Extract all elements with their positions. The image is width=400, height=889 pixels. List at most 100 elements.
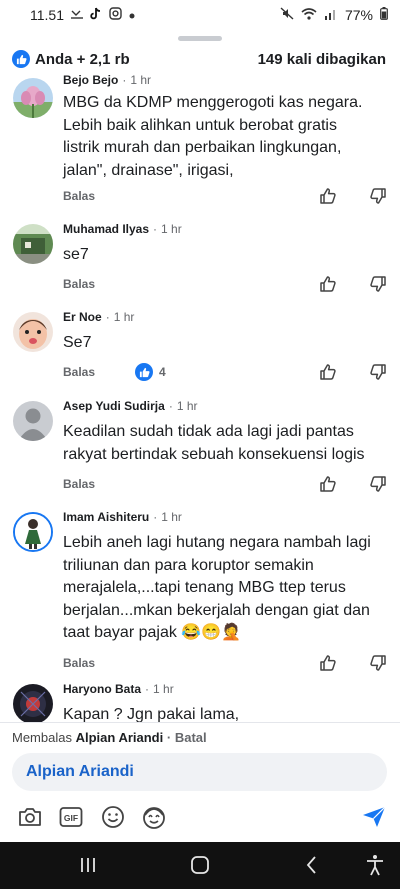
comment-actions: Balas: [63, 652, 388, 674]
comment-actions: Balas: [63, 273, 388, 295]
emoji-icon[interactable]: [99, 803, 127, 831]
thumbs-up-icon[interactable]: [318, 273, 338, 295]
status-time: 11.51: [30, 7, 64, 23]
battery-level: 77%: [344, 7, 373, 23]
comment-list[interactable]: Bejo Bejo · 1 hr MBG da KDMP menggerogot…: [0, 66, 400, 722]
shares-count[interactable]: 149 kali dibagikan: [258, 51, 386, 68]
comment-author[interactable]: Bejo Bejo: [63, 73, 118, 87]
avatar[interactable]: [13, 312, 53, 352]
svg-text:GIF: GIF: [64, 813, 78, 823]
avatar-sticker-icon[interactable]: [140, 803, 168, 831]
notification-dot-icon: [129, 8, 135, 22]
comment-time: 1 hr: [176, 399, 198, 413]
comment-text-line: Lebih baik alihkan untuk berobat gratis: [63, 116, 337, 134]
comment-time: 1 hr: [130, 73, 152, 87]
comment-time: 1 hr: [113, 310, 135, 324]
battery-icon: [380, 7, 388, 23]
comment-actions: Balas: [63, 185, 388, 207]
comment-text: Keadilan sudah tidak ada lagi jadi panta…: [63, 421, 388, 466]
recent-apps-icon[interactable]: [73, 850, 103, 880]
thumbs-up-icon[interactable]: [318, 185, 338, 207]
wifi-icon: [301, 7, 317, 23]
home-icon[interactable]: [185, 850, 215, 880]
replying-to-name: Alpian Ariandi: [75, 730, 164, 745]
sheet-header: Anda + 2,1 rb 149 kali dibagikan: [0, 44, 400, 74]
reactions-count: Anda + 2,1 rb: [35, 50, 130, 68]
comment-author-line: Imam Aishiteru · 1 hr: [63, 510, 182, 524]
comment-author-line: Muhamad Ilyas · 1 hr: [63, 222, 182, 236]
comment-text-line: MBG da KDMP menggerogoti kas negara.: [63, 94, 363, 111]
thumbs-up-icon[interactable]: [318, 652, 338, 674]
comment-time: 1 hr: [153, 682, 174, 696]
signal-icon: [324, 7, 338, 23]
accessibility-icon[interactable]: [360, 850, 390, 880]
thumbs-down-icon[interactable]: [368, 185, 388, 207]
comment-text: Lebih aneh lagi hutang negara nambah lag…: [63, 532, 388, 645]
reply-button[interactable]: Balas: [63, 365, 95, 379]
status-bar: 11.51 77%: [0, 0, 400, 30]
reply-button[interactable]: Balas: [63, 189, 95, 203]
comment-text-line: se7: [63, 246, 89, 263]
avatar[interactable]: [13, 684, 53, 722]
avatar[interactable]: [13, 401, 53, 441]
replying-to-separator: ·: [166, 730, 172, 745]
composer-toolbar: GIF: [0, 799, 400, 835]
comment-text-line: triliunan dan para koruptor semakin: [63, 556, 314, 574]
avatar[interactable]: [13, 78, 53, 118]
comment-separator: ·: [168, 399, 173, 413]
comment-separator: ·: [122, 73, 127, 87]
comment-input[interactable]: Alpian Ariandi: [12, 753, 387, 791]
reply-button[interactable]: Balas: [63, 477, 95, 491]
back-icon[interactable]: [297, 850, 327, 880]
comment-text-line: jalan", drainase", irigasi,: [63, 161, 234, 179]
like-count-value: 4: [159, 365, 166, 379]
avatar[interactable]: [13, 224, 53, 264]
comment-like-count[interactable]: 4: [135, 363, 166, 381]
sheet-drag-handle[interactable]: [178, 36, 222, 41]
mention-tag: Alpian Ariandi: [26, 763, 134, 780]
comment-separator: ·: [153, 222, 158, 236]
comment-text: se7: [63, 244, 388, 267]
reply-button[interactable]: Balas: [63, 277, 95, 291]
comment-text-line: Kapan ? Jgn pakai lama,: [63, 706, 240, 722]
comment-time: 1 hr: [161, 222, 182, 236]
comment-author[interactable]: Imam Aishiteru: [63, 510, 149, 524]
comment-actions: Balas 4: [63, 361, 388, 383]
thumbs-up-icon[interactable]: [318, 361, 338, 383]
reactions-summary[interactable]: Anda + 2,1 rb: [12, 50, 130, 68]
thumbs-down-icon[interactable]: [368, 473, 388, 495]
cancel-reply-button[interactable]: Batal: [175, 730, 207, 745]
like-reaction-icon: [135, 363, 154, 381]
thumbs-down-icon[interactable]: [368, 361, 388, 383]
comment-author-line: Er Noe · 1 hr: [63, 310, 134, 324]
comment-text-line: merajalela,...tapi tenang MBG ttep terus: [63, 579, 346, 596]
mute-icon: [280, 7, 294, 23]
comment-author-line: Asep Yudi Sudirja · 1 hr: [63, 399, 198, 413]
like-reaction-icon: [12, 50, 30, 68]
comment-text: Se7: [63, 332, 388, 355]
comment-text-line: rakyat bertindak sebuah konsekuensi logi…: [63, 445, 365, 463]
avatar[interactable]: [13, 512, 53, 552]
comment-text-line: Se7: [63, 334, 92, 351]
send-icon[interactable]: [360, 803, 388, 831]
comment-author-line: Haryono Bata · 1 hr: [63, 682, 174, 696]
comment-text-line: Lebih aneh lagi hutang negara nambah lag…: [63, 534, 371, 551]
replying-to-line: Membalas Alpian Ariandi · Batal: [12, 730, 207, 745]
reply-button[interactable]: Balas: [63, 656, 95, 670]
comment-time: 1 hr: [161, 510, 182, 524]
comment-author[interactable]: Muhamad Ilyas: [63, 222, 149, 236]
camera-icon[interactable]: [16, 803, 44, 831]
comment-text: Kapan ? Jgn pakai lama,: [63, 704, 388, 722]
comment-text: MBG da KDMP menggerogoti kas negara. Leb…: [63, 92, 388, 182]
comment-author[interactable]: Haryono Bata: [63, 682, 141, 696]
comment-author[interactable]: Asep Yudi Sudirja: [63, 399, 165, 413]
replying-to-prefix: Membalas: [12, 730, 72, 745]
thumbs-down-icon[interactable]: [368, 273, 388, 295]
thumbs-up-icon[interactable]: [318, 473, 338, 495]
comment-separator: ·: [145, 682, 150, 696]
thumbs-down-icon[interactable]: [368, 652, 388, 674]
comment-author[interactable]: Er Noe: [63, 310, 102, 324]
comment-author-line: Bejo Bejo · 1 hr: [63, 73, 151, 87]
reply-composer: Membalas Alpian Ariandi · Batal Alpian A…: [0, 722, 400, 842]
gif-icon[interactable]: GIF: [57, 803, 85, 831]
